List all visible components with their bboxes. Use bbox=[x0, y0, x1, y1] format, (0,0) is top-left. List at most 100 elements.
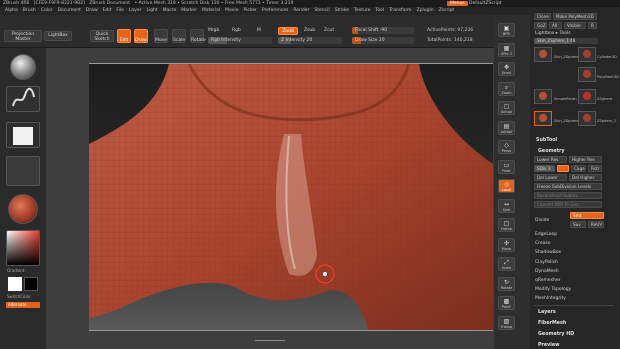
section-shadowbox[interactable]: ShadowBox bbox=[535, 250, 561, 255]
menus-button[interactable]: Menus bbox=[447, 1, 468, 6]
goz-button[interactable]: GoZ bbox=[534, 22, 547, 29]
all-button[interactable]: All bbox=[549, 22, 562, 29]
default-script[interactable]: DefaultZScript bbox=[469, 1, 502, 6]
section-meshintegrity[interactable]: MeshIntegrity bbox=[535, 296, 566, 301]
rstr-button[interactable]: Rstr bbox=[588, 165, 602, 172]
move-button[interactable]: Move bbox=[154, 29, 168, 43]
suv-button[interactable]: Suv bbox=[570, 221, 586, 228]
section-geometry-hd[interactable]: Geometry HD bbox=[538, 332, 574, 337]
zcut-button[interactable]: Zcut bbox=[324, 28, 334, 33]
local-button[interactable]: ◎ Local bbox=[498, 179, 515, 193]
menu-movie[interactable]: Movie bbox=[225, 8, 238, 13]
alpha-icon[interactable] bbox=[6, 122, 40, 148]
divide-button[interactable]: Divide bbox=[535, 218, 549, 223]
menu-alpha[interactable]: Alpha bbox=[5, 8, 18, 13]
scale-button[interactable]: Scale bbox=[172, 29, 186, 43]
material-sphere-icon[interactable] bbox=[8, 194, 38, 224]
lightbox-button[interactable]: LightBox bbox=[44, 31, 72, 41]
sdiv-slider[interactable]: SDiv 3 bbox=[534, 165, 555, 172]
higher-res-button[interactable]: Higher Res bbox=[569, 156, 602, 163]
secondary-color-swatch[interactable] bbox=[24, 277, 38, 291]
viewport[interactable] bbox=[89, 63, 493, 331]
tool-thumbnail-icon[interactable] bbox=[578, 111, 596, 126]
section-dynamesh[interactable]: DynaMesh bbox=[535, 269, 559, 274]
menu-brush[interactable]: Brush bbox=[23, 8, 36, 13]
menu-light[interactable]: Light bbox=[146, 8, 157, 13]
make-polymesh-button[interactable]: Make PolyMesh3D bbox=[553, 13, 597, 20]
tool-thumbnail-icon[interactable] bbox=[578, 67, 596, 82]
section-qremesher[interactable]: qRemesher bbox=[535, 278, 561, 283]
floor-button[interactable]: ▭ Floor bbox=[498, 159, 515, 174]
section-fibermesh[interactable]: FiberMesh bbox=[538, 321, 566, 326]
menu-stroke[interactable]: Stroke bbox=[335, 8, 349, 13]
stroke-icon[interactable] bbox=[6, 86, 40, 112]
lightbox-tools-label[interactable]: Lightbox ▸ Tools bbox=[535, 31, 571, 36]
texture-off-icon[interactable] bbox=[6, 156, 40, 186]
rgb-toggle[interactable]: Rgb bbox=[232, 28, 241, 33]
subtool-section[interactable]: SubTool bbox=[536, 138, 557, 143]
move-button[interactable]: ✣ Move bbox=[498, 237, 515, 252]
section-edgeloop[interactable]: EdgeLoop bbox=[535, 232, 557, 237]
menu-edit[interactable]: Edit bbox=[103, 8, 112, 13]
z-intensity-slider[interactable]: Z Intensity 20 bbox=[278, 37, 342, 44]
tool-slider[interactable]: Skin_ZSphere_1 48 bbox=[534, 38, 598, 44]
menu-render[interactable]: Render bbox=[293, 8, 309, 13]
tool-thumbnail-icon[interactable] bbox=[534, 47, 552, 62]
reuv-button[interactable]: ReUV bbox=[588, 221, 604, 228]
mrgb-toggle[interactable]: Mrgb bbox=[208, 28, 219, 33]
section-preview[interactable]: Preview bbox=[538, 343, 560, 348]
aahalf-button[interactable]: ▤ AAHalf bbox=[498, 120, 515, 135]
clone-button[interactable]: Clone bbox=[534, 13, 551, 20]
sym-button[interactable]: ↔ Sym bbox=[498, 198, 515, 213]
tool-thumbnail-icon[interactable] bbox=[534, 111, 552, 126]
menu-draw[interactable]: Draw bbox=[86, 8, 98, 13]
canvas-scroll-indicator[interactable] bbox=[255, 340, 285, 344]
transp-button[interactable]: ▧ Transp bbox=[498, 315, 515, 330]
menu-transform[interactable]: Transform bbox=[389, 8, 411, 13]
scroll-button[interactable]: ✥ Scroll bbox=[498, 62, 515, 76]
persp-button[interactable]: ◇ Persp bbox=[498, 140, 515, 154]
spix-3-button[interactable]: ▦ SPix 3 bbox=[498, 42, 515, 57]
smt-button[interactable]: Smt bbox=[570, 212, 604, 219]
menu-layer[interactable]: Layer bbox=[129, 8, 142, 13]
visible-button[interactable]: Visible bbox=[564, 22, 586, 29]
section-claypolish[interactable]: ClayPolish bbox=[535, 260, 558, 265]
menu-document[interactable]: Document bbox=[58, 8, 81, 13]
zadd-button[interactable]: Zadd bbox=[278, 27, 298, 35]
menu-material[interactable]: Material bbox=[202, 8, 220, 13]
draw-size-slider[interactable]: Draw Size 20 bbox=[352, 37, 414, 44]
menu-preferences[interactable]: Preferences bbox=[262, 8, 288, 13]
menu-marker[interactable]: Marker bbox=[181, 8, 197, 13]
m-toggle[interactable]: M bbox=[257, 28, 261, 33]
del-lower-button[interactable]: Del Lower bbox=[534, 174, 567, 181]
menu-tool[interactable]: Tool bbox=[375, 8, 384, 13]
polyf-button[interactable]: ▩ PolyF bbox=[498, 296, 515, 310]
menu-zplugin[interactable]: Zplugin bbox=[417, 8, 434, 13]
tool-thumbnail-icon[interactable] bbox=[534, 89, 552, 104]
quick-sketch-button[interactable]: Quick Sketch bbox=[90, 30, 114, 42]
gradient-label[interactable]: Gradient bbox=[7, 268, 24, 273]
rgb-intensity-slider[interactable]: Rgb Intensity bbox=[208, 37, 272, 44]
tool-thumbnail-icon[interactable] bbox=[578, 47, 596, 62]
menu-zscript[interactable]: Zscript bbox=[439, 8, 455, 13]
zsub-button[interactable]: Zsub bbox=[304, 28, 315, 33]
menu-macro[interactable]: Macro bbox=[163, 8, 177, 13]
cage-button[interactable]: Cage bbox=[571, 165, 586, 172]
section-crease[interactable]: Crease bbox=[535, 241, 551, 246]
convert-bpr-button[interactable]: Convert BPR To Geo bbox=[534, 201, 602, 208]
edit-button[interactable]: Edit bbox=[117, 29, 131, 43]
section-layers[interactable]: Layers bbox=[538, 310, 556, 315]
r-button[interactable]: R bbox=[588, 22, 597, 29]
main-color-swatch[interactable] bbox=[8, 277, 22, 291]
geometry-section[interactable]: Geometry bbox=[538, 149, 565, 154]
switch-color-label[interactable]: SwitchColor bbox=[7, 294, 31, 299]
projection-master-button[interactable]: Projection Master bbox=[4, 30, 42, 42]
zoom-button[interactable]: ⌕ Zoom bbox=[498, 81, 515, 96]
bpr-button[interactable]: ▣ BPR bbox=[498, 23, 515, 37]
menu-texture[interactable]: Texture bbox=[354, 8, 370, 13]
menu-stencil[interactable]: Stencil bbox=[314, 8, 329, 13]
frame-button[interactable]: □ Frame bbox=[498, 218, 515, 232]
color-picker[interactable] bbox=[6, 230, 40, 266]
actual-button[interactable]: ▢ Actual bbox=[498, 101, 515, 115]
alternate-button[interactable]: Alternate bbox=[6, 302, 40, 308]
